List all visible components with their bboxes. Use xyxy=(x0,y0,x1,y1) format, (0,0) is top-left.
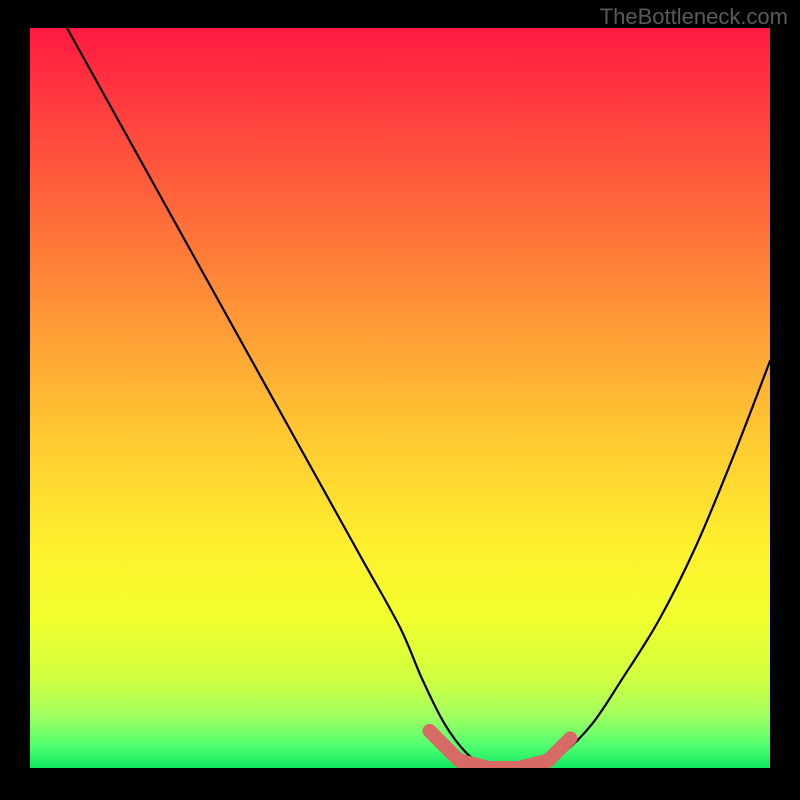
chart-svg xyxy=(30,28,770,768)
optimal-marker-dot xyxy=(541,754,555,768)
gradient-background xyxy=(30,28,770,768)
optimal-marker-dot xyxy=(452,754,466,768)
plot-area xyxy=(30,28,770,768)
watermark-text: TheBottleneck.com xyxy=(600,4,788,30)
optimal-marker-dot xyxy=(423,724,437,738)
optimal-marker-dot xyxy=(563,731,577,745)
chart-container: TheBottleneck.com xyxy=(0,0,800,800)
